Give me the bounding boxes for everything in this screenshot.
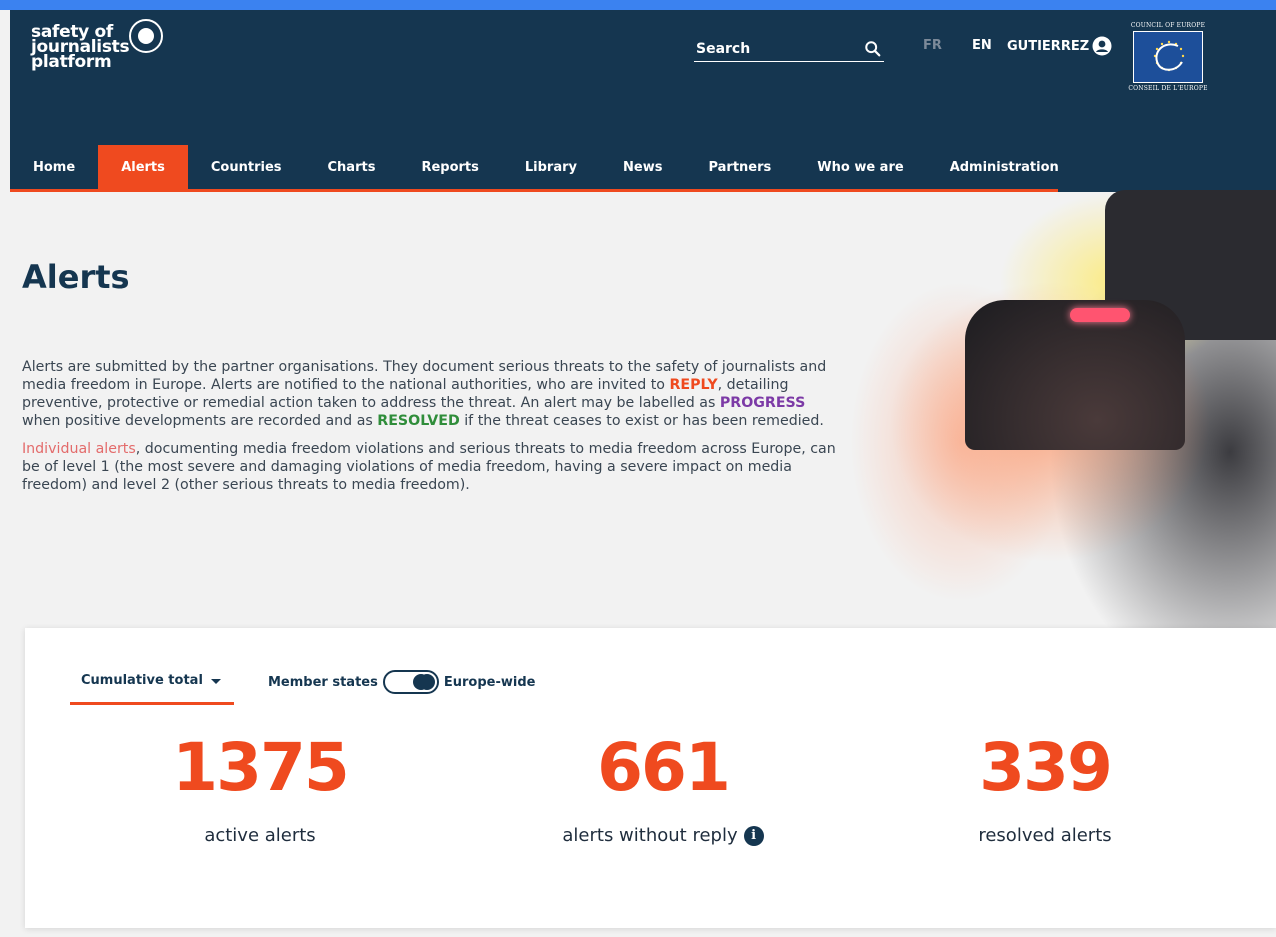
intro-paragraph-2: Individual alerts, documenting media fre… (22, 440, 847, 494)
stat-label: alerts without reply i (503, 825, 823, 846)
site-logo[interactable]: safety of journalists platform (31, 19, 181, 99)
search-box (694, 36, 884, 62)
nav-item-library[interactable]: Library (502, 145, 600, 189)
nav-item-news[interactable]: News (600, 145, 685, 189)
toggle-left-label: Member states (268, 674, 378, 690)
info-icon[interactable]: i (743, 825, 764, 846)
nav-item-home[interactable]: Home (10, 145, 98, 189)
nav-item-partners[interactable]: Partners (685, 145, 794, 189)
search-icon[interactable] (864, 40, 882, 58)
dropdown-label: Cumulative total (81, 673, 203, 688)
page-title: Alerts (22, 258, 130, 296)
stat-label-text: active alerts (204, 825, 316, 846)
intro-paragraph-1: Alerts are submitted by the partner orga… (22, 358, 847, 430)
stats-card: Cumulative total Member states Europe-wi… (25, 628, 1276, 928)
intro-text-segment: , documenting media freedom violations a… (22, 441, 836, 493)
individual-alerts-link[interactable]: Individual alerts (22, 441, 136, 457)
stat-label-text: alerts without reply (562, 825, 738, 846)
stat-resolved-alerts[interactable]: 339 resolved alerts (885, 729, 1205, 847)
stat-active-alerts[interactable]: 1375 active alerts (100, 729, 420, 847)
stat-value: 1375 (172, 729, 350, 806)
scope-toggle-row: Member states Europe-wide (268, 670, 535, 694)
browser-top-strip (0, 0, 1276, 10)
nav-item-countries[interactable]: Countries (188, 145, 305, 189)
coe-emblem-icon (1133, 31, 1203, 83)
user-avatar-icon (1092, 36, 1112, 56)
cumulative-total-dropdown[interactable]: Cumulative total (70, 668, 234, 705)
stat-value: 339 (979, 729, 1113, 806)
intro-text-segment: if the threat ceases to exist or has bee… (459, 413, 824, 429)
caret-down-icon (210, 679, 221, 684)
scope-toggle-switch[interactable] (382, 670, 439, 694)
nav-item-charts[interactable]: Charts (305, 145, 399, 189)
nav-item-administration[interactable]: Administration (927, 145, 1082, 189)
intro-text-segment: when positive developments are recorded … (22, 413, 378, 429)
nav-item-reports[interactable]: Reports (398, 145, 501, 189)
language-fr-link[interactable]: FR (923, 38, 942, 53)
search-input[interactable] (696, 38, 856, 60)
nav-item-alerts[interactable]: Alerts (98, 145, 188, 189)
stat-alerts-without-reply[interactable]: 661 alerts without reply i (503, 733, 823, 846)
camera-light-image (1070, 308, 1130, 322)
logo-badge-icon (129, 19, 163, 53)
nav-item-who-we-are[interactable]: Who we are (794, 145, 926, 189)
toggle-right-label: Europe-wide (443, 674, 536, 690)
resolved-keyword: RESOLVED (377, 413, 460, 429)
coe-top-text: COUNCIL OF EUROPE (1130, 22, 1206, 29)
logo-text: safety of journalists platform (31, 24, 130, 72)
user-name: GUTIERREZ (1007, 38, 1090, 54)
logo-line-3: platform (31, 52, 112, 72)
stat-label-text: resolved alerts (978, 825, 1112, 846)
progress-keyword: PROGRESS (719, 395, 806, 411)
stat-label: resolved alerts (885, 825, 1205, 846)
stat-label: active alerts (100, 825, 420, 846)
stat-value: 661 (597, 729, 731, 806)
language-en-link[interactable]: EN (972, 38, 992, 53)
coe-bottom-text: CONSEIL DE L'EUROPE (1128, 85, 1208, 92)
toggle-knob (418, 674, 435, 690)
user-menu[interactable]: GUTIERREZ (1007, 36, 1112, 56)
reply-keyword: REPLY (669, 377, 718, 393)
intro-text: Alerts are submitted by the partner orga… (22, 358, 847, 504)
council-of-europe-logo[interactable]: COUNCIL OF EUROPE CONSEIL DE L'EUROPE (1122, 22, 1214, 100)
camera-lens-image (965, 300, 1185, 450)
main-navigation: Home Alerts Countries Charts Reports Lib… (10, 145, 1082, 192)
